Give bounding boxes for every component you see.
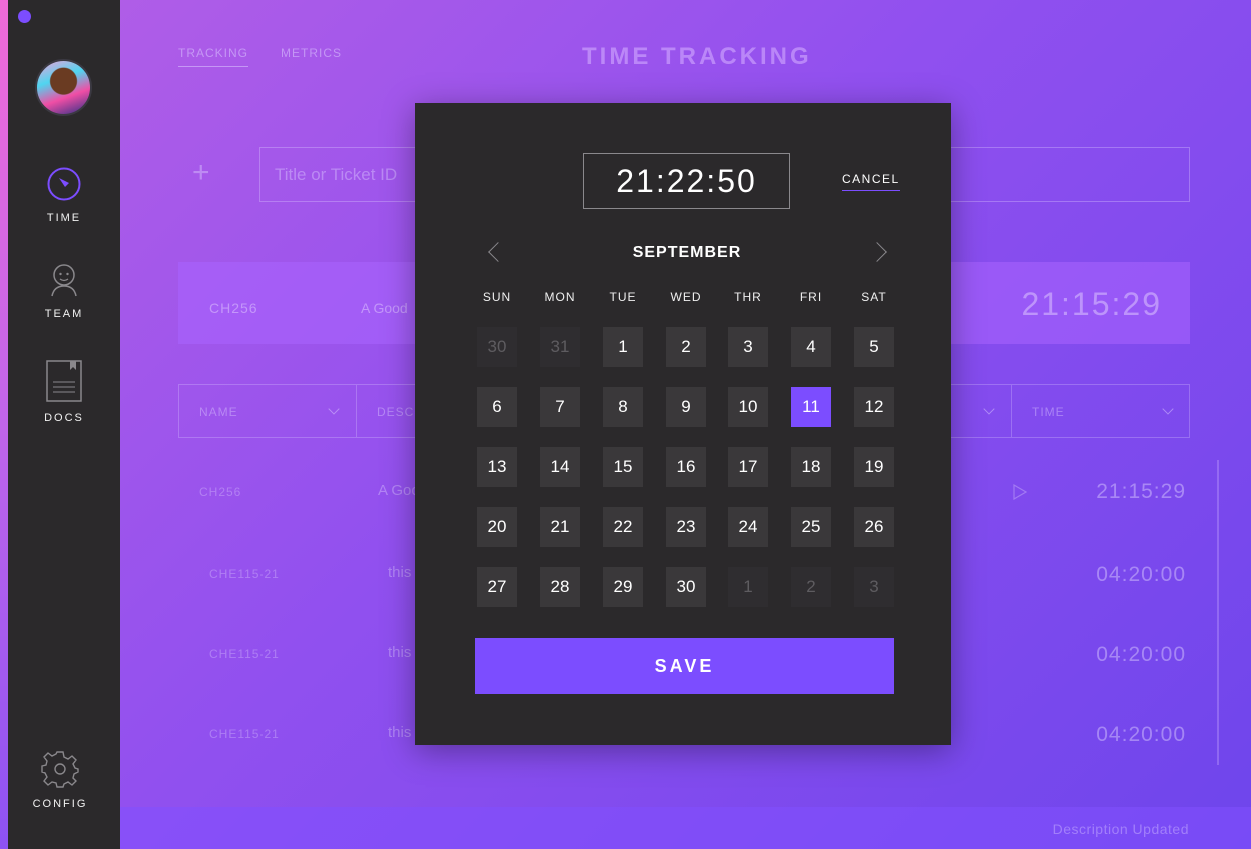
- window-edge-strip: [0, 0, 8, 849]
- calendar-day[interactable]: 26: [854, 507, 894, 547]
- calendar-day[interactable]: 10: [728, 387, 768, 427]
- play-icon[interactable]: [1013, 484, 1027, 500]
- save-button[interactable]: SAVE: [475, 638, 894, 694]
- calendar-day[interactable]: 13: [477, 447, 517, 487]
- footer-bar: Description Updated: [120, 807, 1251, 849]
- calendar-day[interactable]: 15: [603, 447, 643, 487]
- row-ticket-id: CHE115-21: [209, 567, 280, 581]
- window-indicator-dot: [18, 10, 31, 23]
- row-duration: 04:20:00: [1096, 643, 1186, 666]
- weekday-label: MON: [544, 290, 576, 304]
- calendar-day-outside-month[interactable]: 1: [728, 567, 768, 607]
- weekday-label: WED: [670, 290, 702, 304]
- calendar-day[interactable]: 22: [603, 507, 643, 547]
- row-description: this: [388, 644, 412, 661]
- calendar-day-outside-month[interactable]: 30: [477, 327, 517, 367]
- column-description-label: DESC: [377, 405, 415, 419]
- document-icon: [46, 360, 82, 402]
- column-name-label: NAME: [199, 405, 238, 419]
- chevron-down-icon: [328, 403, 340, 415]
- row-ticket-id: CHE115-21: [209, 727, 280, 741]
- weekday-label: SUN: [482, 290, 512, 304]
- active-ticket-id: CH256: [209, 300, 258, 316]
- time-input[interactable]: [583, 153, 790, 209]
- calendar-day[interactable]: 27: [477, 567, 517, 607]
- row-duration: 21:15:29: [1096, 480, 1186, 503]
- timer-icon: [47, 167, 81, 201]
- calendar-day[interactable]: 12: [854, 387, 894, 427]
- row-duration: 04:20:00: [1096, 723, 1186, 746]
- sidebar: TIME TEAM DOCS CONFIG: [8, 0, 120, 849]
- calendar-day[interactable]: 24: [728, 507, 768, 547]
- sidebar-item-label: TIME: [46, 212, 82, 224]
- calendar-day[interactable]: 19: [854, 447, 894, 487]
- sidebar-item-time[interactable]: TIME: [8, 166, 120, 224]
- weekday-label: TUE: [609, 290, 637, 304]
- calendar-day[interactable]: 4: [791, 327, 831, 367]
- sidebar-item-docs[interactable]: DOCS: [8, 360, 120, 424]
- page-title: TIME TRACKING: [582, 43, 812, 70]
- calendar-day[interactable]: 28: [540, 567, 580, 607]
- tab-tracking[interactable]: TRACKING: [178, 46, 249, 67]
- row-ticket-id: CH256: [199, 485, 242, 499]
- calendar-day[interactable]: 30: [666, 567, 706, 607]
- sidebar-item-label: DOCS: [44, 412, 84, 424]
- column-name-header[interactable]: NAME: [179, 385, 357, 437]
- row-ticket-id: CHE115-21: [209, 647, 280, 661]
- chevron-down-icon: [983, 403, 995, 415]
- user-avatar[interactable]: [35, 59, 92, 116]
- chevron-down-icon: [1162, 403, 1174, 415]
- calendar-day[interactable]: 20: [477, 507, 517, 547]
- add-entry-button[interactable]: +: [192, 158, 218, 188]
- calendar-day[interactable]: 21: [540, 507, 580, 547]
- calendar-day[interactable]: 1: [603, 327, 643, 367]
- date-time-picker-modal: CANCEL SEPTEMBER SUNMONTUEWEDTHRFRISAT 3…: [415, 103, 951, 745]
- calendar-day[interactable]: 9: [666, 387, 706, 427]
- weekday-label: THR: [734, 290, 762, 304]
- weekday-label: SAT: [861, 290, 887, 304]
- calendar-day[interactable]: 6: [477, 387, 517, 427]
- calendar-day-outside-month[interactable]: 3: [854, 567, 894, 607]
- sidebar-item-config[interactable]: CONFIG: [4, 750, 116, 810]
- row-description: this: [388, 724, 412, 741]
- row-description: this: [388, 564, 412, 581]
- calendar-day[interactable]: 7: [540, 387, 580, 427]
- sidebar-item-label: CONFIG: [32, 798, 88, 810]
- calendar-day[interactable]: 8: [603, 387, 643, 427]
- calendar-day[interactable]: 23: [666, 507, 706, 547]
- calendar-day[interactable]: 29: [603, 567, 643, 607]
- calendar-day-outside-month[interactable]: 31: [540, 327, 580, 367]
- column-time-label: TIME: [1032, 405, 1065, 419]
- column-time-header[interactable]: TIME: [1012, 385, 1190, 437]
- calendar-day[interactable]: 18: [791, 447, 831, 487]
- calendar-day-selected[interactable]: 11: [791, 387, 831, 427]
- calendar-day[interactable]: 14: [540, 447, 580, 487]
- calendar-day[interactable]: 16: [666, 447, 706, 487]
- row-duration: 04:20:00: [1096, 563, 1186, 586]
- cancel-button[interactable]: CANCEL: [842, 172, 900, 191]
- sidebar-item-label: TEAM: [44, 308, 84, 320]
- calendar-day[interactable]: 2: [666, 327, 706, 367]
- calendar-day[interactable]: 5: [854, 327, 894, 367]
- sidebar-item-team[interactable]: TEAM: [8, 262, 120, 320]
- active-description: A Good: [361, 300, 408, 316]
- status-message: Description Updated: [1052, 821, 1189, 837]
- calendar-day[interactable]: 25: [791, 507, 831, 547]
- tab-metrics[interactable]: METRICS: [281, 46, 342, 60]
- weekday-label: FRI: [799, 290, 823, 304]
- calendar-day[interactable]: 17: [728, 447, 768, 487]
- calendar-day-outside-month[interactable]: 2: [791, 567, 831, 607]
- calendar-day[interactable]: 3: [728, 327, 768, 367]
- person-icon: [51, 264, 77, 297]
- gear-icon: [41, 751, 79, 788]
- scrollbar[interactable]: [1217, 460, 1219, 765]
- active-timer: 21:15:29: [1021, 286, 1162, 322]
